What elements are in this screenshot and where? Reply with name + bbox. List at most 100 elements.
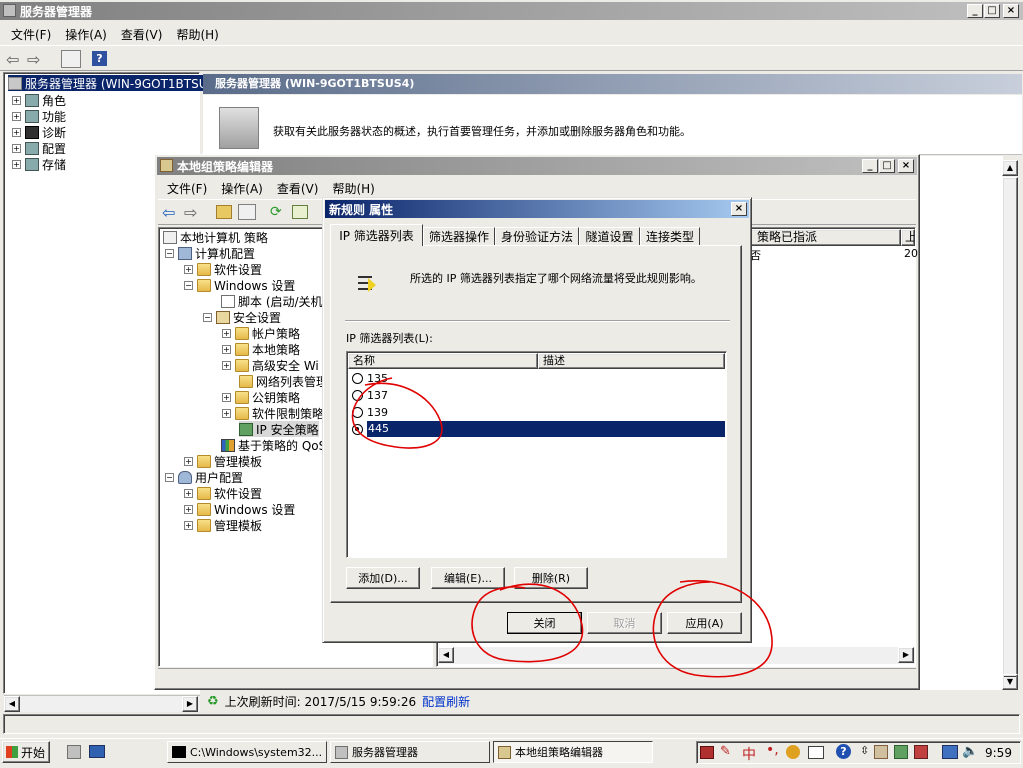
scroll-left-icon[interactable]: ◀ <box>4 696 20 712</box>
gpedit-close-button[interactable]: × <box>898 159 914 173</box>
collapse-icon[interactable]: − <box>203 312 212 322</box>
gpedit-minimize-button[interactable]: _ <box>862 159 878 173</box>
gpedit-maximize-button[interactable]: □ <box>879 159 895 173</box>
tree-root-server-manager[interactable]: 服务器管理器 (WIN-9GOT1BTSUS <box>8 75 218 91</box>
column-header-description[interactable]: 描述 <box>538 353 725 369</box>
expand-icon[interactable]: + <box>222 328 231 338</box>
tree-account-policy[interactable]: + 帐户策略 <box>222 325 300 341</box>
radio-button-selected[interactable] <box>352 423 363 435</box>
tab-filter-action[interactable]: 筛选器操作 <box>423 227 495 246</box>
tree-network-list[interactable]: 网络列表管理 <box>239 373 328 389</box>
tree-software-settings[interactable]: + 软件设置 <box>184 261 262 277</box>
menu-action[interactable]: 操作(A) <box>58 26 114 43</box>
tree-user-admin[interactable]: + 管理模板 <box>184 517 262 533</box>
gpedit-menu-file[interactable]: 文件(F) <box>160 180 214 197</box>
refresh-icon[interactable]: ⟳ <box>270 204 282 220</box>
tree-local-computer-policy[interactable]: 本地计算机 策略 <box>163 229 268 245</box>
radio-button[interactable] <box>352 372 363 384</box>
tree-item-storage[interactable]: + 存储 <box>12 156 66 172</box>
right-vertical-scrollbar[interactable]: ▲ ▼ <box>1002 160 1019 690</box>
gpedit-menu-help[interactable]: 帮助(H) <box>325 180 381 197</box>
expand-icon[interactable]: + <box>12 95 21 105</box>
tree-admin-templates[interactable]: + 管理模板 <box>184 453 262 469</box>
forward-arrow-icon[interactable]: ⇨ <box>184 203 197 222</box>
collapse-icon[interactable]: − <box>165 248 174 258</box>
tree-security-settings[interactable]: − 安全设置 <box>203 309 281 325</box>
list-horizontal-scrollbar[interactable]: ◀ ▶ <box>438 647 915 664</box>
ime-tools-icon[interactable] <box>786 745 800 759</box>
ime-punct-icon[interactable]: •, <box>766 742 779 758</box>
list-item-selected[interactable]: 445 <box>352 421 725 437</box>
quick-launch-desktop-icon[interactable] <box>89 745 105 758</box>
export-icon[interactable] <box>292 205 308 219</box>
tree-local-policy[interactable]: + 本地策略 <box>222 341 300 357</box>
gpedit-menu-view[interactable]: 查看(V) <box>270 180 326 197</box>
menu-help[interactable]: 帮助(H) <box>169 26 225 43</box>
scroll-down-icon[interactable]: ▼ <box>1002 674 1018 690</box>
tree-ip-security[interactable]: IP 安全策略 <box>239 421 319 437</box>
show-hide-tree-icon[interactable] <box>238 204 256 220</box>
tree-advanced-security[interactable]: + 高级安全 Wi <box>222 357 319 373</box>
tab-connection-type[interactable]: 连接类型 <box>640 227 700 246</box>
expand-icon[interactable]: + <box>184 520 193 530</box>
tree-item-features[interactable]: + 功能 <box>12 108 66 124</box>
tree-user-software[interactable]: + 软件设置 <box>184 485 262 501</box>
minimize-button[interactable]: _ <box>967 4 983 18</box>
keyboard-icon[interactable] <box>700 746 714 759</box>
back-arrow-icon[interactable]: ⇦ <box>6 50 19 69</box>
ime-keyboard-icon[interactable] <box>808 746 824 759</box>
close-dialog-button[interactable]: 关闭 <box>507 612 582 634</box>
list-item[interactable]: 139 <box>352 404 722 420</box>
taskbar-cmd[interactable]: C:\Windows\system32... <box>167 741 327 763</box>
tree-scripts[interactable]: 脚本 (启动/关机 <box>221 293 323 309</box>
network-icon[interactable] <box>942 745 958 759</box>
expand-icon[interactable]: + <box>184 456 193 466</box>
add-button[interactable]: 添加(D)... <box>346 567 420 589</box>
radio-button[interactable] <box>352 389 363 401</box>
tray-action-center-icon[interactable] <box>894 745 908 759</box>
expand-icon[interactable]: + <box>222 408 231 418</box>
quick-launch-server-icon[interactable] <box>67 745 81 759</box>
dialog-close-button[interactable]: × <box>731 202 747 216</box>
delete-button[interactable]: 删除(R) <box>514 567 588 589</box>
ime-pen-icon[interactable]: ✎ <box>720 744 731 759</box>
expand-icon[interactable]: + <box>12 159 21 169</box>
expand-icon[interactable]: + <box>222 392 231 402</box>
expand-icon[interactable]: + <box>222 344 231 354</box>
show-hide-tree-icon[interactable] <box>61 50 81 68</box>
help-tray-icon[interactable]: ? <box>836 744 851 759</box>
tree-item-diagnostics[interactable]: + 诊断 <box>12 124 66 140</box>
scroll-left-icon[interactable]: ◀ <box>438 647 454 663</box>
scroll-right-icon[interactable]: ▶ <box>182 696 198 712</box>
collapse-icon[interactable]: − <box>184 280 193 290</box>
collapse-icon[interactable]: − <box>165 472 174 482</box>
tray-security-icon[interactable] <box>914 745 928 759</box>
expand-icon[interactable]: + <box>12 127 21 137</box>
ime-mode-label[interactable]: 中 <box>742 744 756 764</box>
clock[interactable]: 9:59 <box>985 746 1012 760</box>
tree-software-restriction[interactable]: + 软件限制策略 <box>222 405 324 421</box>
tab-authentication[interactable]: 身份验证方法 <box>495 227 579 246</box>
expand-icon[interactable]: + <box>184 504 193 514</box>
server-manager-titlebar[interactable]: 服务器管理器 <box>0 2 1023 20</box>
tree-horizontal-scrollbar[interactable]: ◀ ▶ <box>4 695 200 712</box>
dialog-titlebar[interactable]: 新规则 属性 <box>325 200 749 218</box>
cancel-button[interactable]: 取消 <box>587 612 662 634</box>
scroll-right-icon[interactable]: ▶ <box>898 647 914 663</box>
close-button[interactable]: × <box>1003 4 1019 18</box>
taskbar-gpedit[interactable]: 本地组策略编辑器 <box>493 741 653 763</box>
tab-tunnel-settings[interactable]: 隧道设置 <box>579 227 640 246</box>
tab-ip-filter-list[interactable]: IP 筛选器列表 <box>330 224 423 246</box>
edit-button[interactable]: 编辑(E)... <box>431 567 505 589</box>
apply-button[interactable]: 应用(A) <box>667 612 742 634</box>
tray-apps-icon[interactable] <box>874 745 888 759</box>
menu-file[interactable]: 文件(F) <box>4 26 58 43</box>
expand-icon[interactable]: + <box>184 488 193 498</box>
scroll-up-icon[interactable]: ▲ <box>1002 160 1018 176</box>
expand-icon[interactable]: + <box>184 264 193 274</box>
scroll-thumb[interactable] <box>1002 177 1018 677</box>
tree-qos[interactable]: 基于策略的 QoS <box>221 437 326 453</box>
expand-icon[interactable]: + <box>222 360 231 370</box>
menu-view[interactable]: 查看(V) <box>114 26 170 43</box>
taskbar-server-manager[interactable]: 服务器管理器 <box>330 741 490 763</box>
